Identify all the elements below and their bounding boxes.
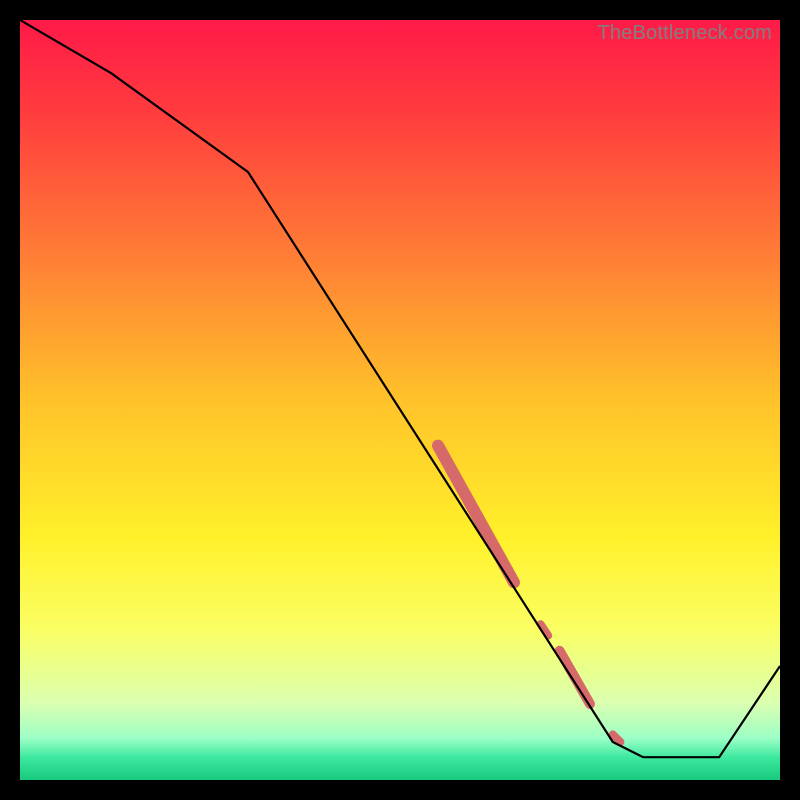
gradient-background: [20, 20, 780, 780]
watermark-text: TheBottleneck.com: [597, 22, 772, 45]
highlight-segment: [613, 734, 621, 742]
bottleneck-chart: [20, 20, 780, 780]
chart-frame: TheBottleneck.com: [20, 20, 780, 780]
